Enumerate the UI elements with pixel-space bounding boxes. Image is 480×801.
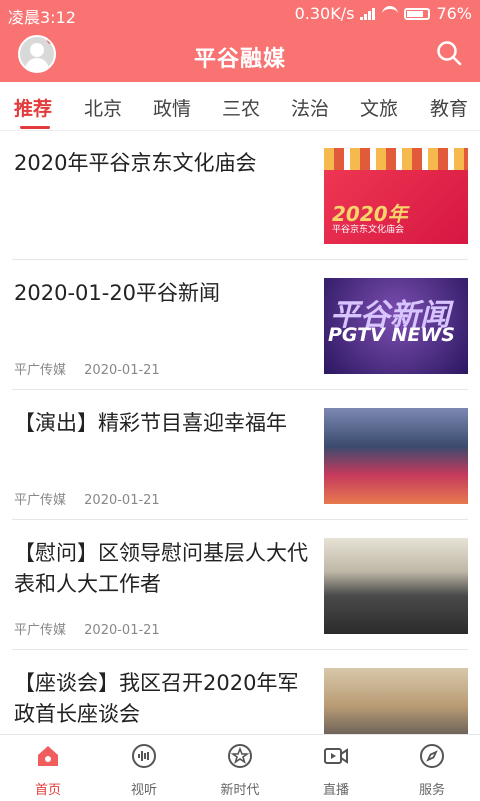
tab-culture-tourism[interactable]: 文旅: [360, 94, 398, 121]
nav-label: 直播: [322, 783, 349, 798]
wifi-icon: [382, 6, 399, 21]
article-date: 2020-01-21: [84, 623, 160, 638]
search-icon[interactable]: [436, 40, 462, 66]
bottom-nav: 首页 视听 新时代 直播 服务: [0, 734, 480, 801]
article-thumbnail: 2020年 平谷京东文化庙会: [324, 148, 468, 244]
article-thumbnail: [324, 408, 468, 504]
article-source: 平广传媒: [14, 493, 67, 508]
article-title: 【慰问】区领导慰问基层人大代表和人大工作者: [14, 541, 308, 596]
status-right: 0.30K/s 76%: [295, 4, 472, 23]
compass-icon: [420, 744, 444, 768]
network-speed: 0.30K/s: [294, 4, 355, 23]
article-meta: 平广传媒 2020-01-21: [14, 619, 174, 638]
audio-icon: [132, 744, 156, 768]
list-item[interactable]: 2020年平谷京东文化庙会 2020年 平谷京东文化庙会: [0, 130, 480, 260]
video-icon: [324, 748, 348, 764]
nav-label: 新时代: [220, 783, 260, 798]
nav-live[interactable]: 直播: [288, 743, 384, 798]
article-thumbnail: [324, 668, 468, 734]
article-title: 【座谈会】我区召开2020年军政首长座谈会: [14, 671, 299, 726]
nav-label: 视听: [130, 783, 157, 798]
article-date: 2020-01-21: [84, 493, 160, 508]
nav-label: 服务: [418, 783, 445, 798]
nav-home[interactable]: 首页: [0, 743, 96, 798]
thumbnail-subtitle: PGTV NEWS: [328, 324, 455, 346]
signal-icon: [360, 7, 376, 20]
category-tabs: 推荐 北京 政情 三农 法治 文旅 教育: [0, 82, 480, 131]
status-bar: 凌晨3:12 0.30K/s 76%: [0, 0, 480, 28]
app-header: 平谷融媒: [0, 28, 480, 82]
tab-education[interactable]: 教育: [430, 94, 468, 121]
status-time: 凌晨3:12: [8, 8, 76, 27]
nav-services[interactable]: 服务: [384, 743, 480, 798]
tab-beijing[interactable]: 北京: [84, 94, 122, 121]
battery-percent: 76%: [436, 4, 472, 23]
article-source: 平广传媒: [14, 623, 67, 638]
list-item[interactable]: 【座谈会】我区召开2020年军政首长座谈会: [0, 650, 480, 734]
nav-new-era[interactable]: 新时代: [192, 743, 288, 798]
star-badge-icon: [228, 744, 252, 768]
nav-audio-video[interactable]: 视听: [96, 743, 192, 798]
article-thumbnail: [324, 538, 468, 634]
article-title: 2020年平谷京东文化庙会: [14, 151, 257, 175]
page-title: 平谷融媒: [193, 47, 286, 72]
battery-icon: [404, 7, 431, 20]
article-meta: 平广传媒 2020-01-21: [14, 359, 174, 378]
active-tab-indicator: [20, 126, 50, 129]
tab-agriculture[interactable]: 三农: [222, 94, 260, 121]
article-title: 【演出】精彩节目喜迎幸福年: [14, 411, 287, 435]
article-source: 平广传媒: [14, 363, 67, 378]
article-date: 2020-01-21: [84, 363, 160, 378]
tab-recommend[interactable]: 推荐: [14, 94, 52, 121]
list-item[interactable]: 2020-01-20平谷新闻 平广传媒 2020-01-21 平谷新闻 PGTV…: [0, 260, 480, 390]
tab-politics[interactable]: 政情: [153, 94, 191, 121]
thumbnail-caption: 平谷京东文化庙会: [332, 225, 405, 235]
article-title: 2020-01-20平谷新闻: [14, 281, 221, 305]
list-item[interactable]: 【慰问】区领导慰问基层人大代表和人大工作者 平广传媒 2020-01-21: [0, 520, 480, 650]
list-item[interactable]: 【演出】精彩节目喜迎幸福年 平广传媒 2020-01-21: [0, 390, 480, 520]
tab-law[interactable]: 法治: [291, 94, 329, 121]
home-icon: [38, 746, 58, 766]
article-list: 2020年平谷京东文化庙会 2020年 平谷京东文化庙会 2020-01-20平…: [0, 130, 480, 734]
article-thumbnail: 平谷新闻 PGTV NEWS: [324, 278, 468, 374]
nav-label: 首页: [34, 783, 61, 798]
article-meta: 平广传媒 2020-01-21: [14, 489, 174, 508]
